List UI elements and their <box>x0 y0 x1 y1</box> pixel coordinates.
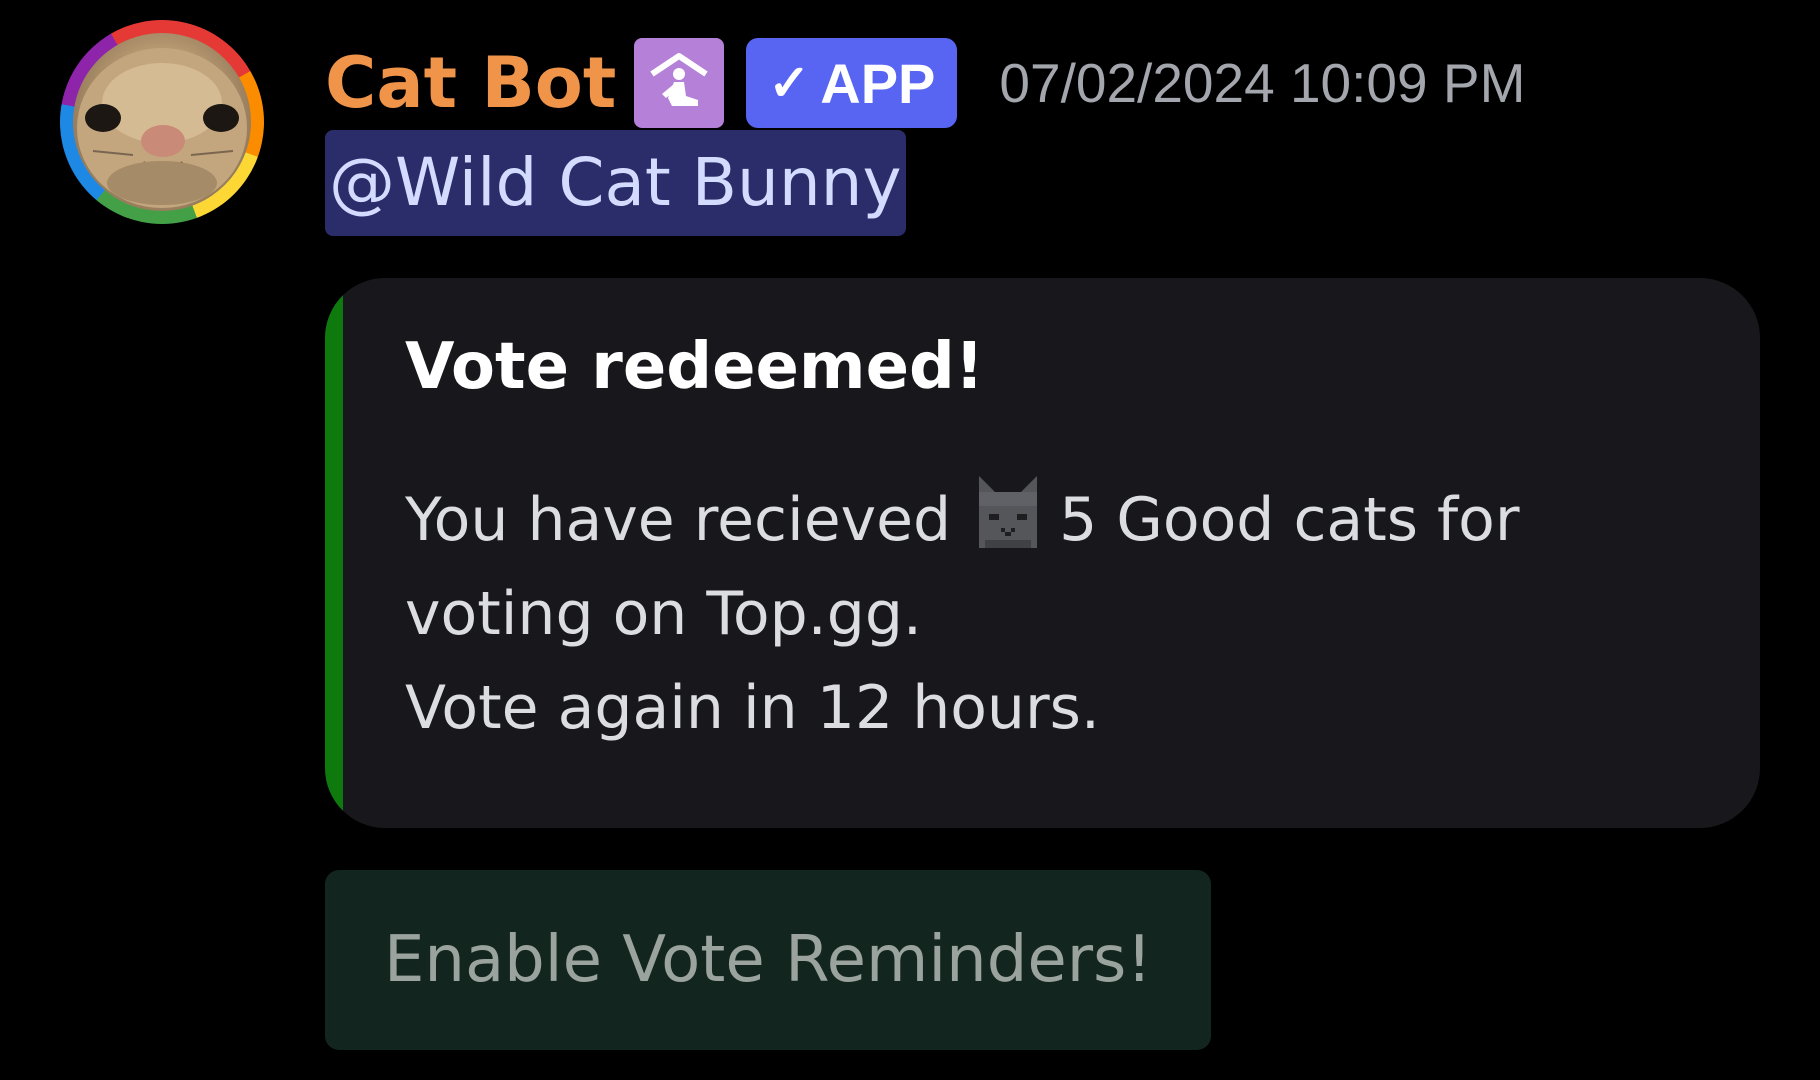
message-timestamp[interactable]: 07/02/2024 10:09 PM <box>999 51 1525 115</box>
author-name[interactable]: Cat Bot <box>325 48 616 118</box>
app-badge-label: APP <box>820 51 936 115</box>
embed-title: Vote redeemed! <box>405 330 984 404</box>
embed-line-3: Vote again in 12 hours. <box>405 673 1100 743</box>
good-cat-emoji-icon <box>971 470 1045 554</box>
embed-accent-bar <box>325 278 343 828</box>
checkmark-icon: ✓ <box>768 55 811 111</box>
embed-description: You have recieved 5 Good cats for voting… <box>405 470 1725 755</box>
message-header: Cat Bot ✓ APP 07/02/2024 10:09 PM <box>325 28 1525 138</box>
embed-card: Vote redeemed! You have recieved 5 Good <box>325 278 1760 828</box>
embed-line-2: voting on Top.gg. <box>405 579 922 649</box>
cat-face-avatar-icon <box>73 33 251 211</box>
bot-avatar[interactable] <box>60 20 264 224</box>
user-mention[interactable]: @Wild Cat Bunny <box>325 130 906 236</box>
embed-line-1-prefix: You have recieved <box>405 485 952 555</box>
app-badge: ✓ APP <box>746 38 958 128</box>
embed-line-1-suffix: 5 Good cats for <box>1059 485 1520 555</box>
kneeling-figure-icon[interactable] <box>634 38 725 128</box>
embed-line-1: You have recieved 5 Good cats for <box>405 470 1725 567</box>
chat-message: Cat Bot ✓ APP 07/02/2024 10:09 PM @Wild … <box>0 0 1820 1080</box>
enable-vote-reminders-button[interactable]: Enable Vote Reminders! <box>325 870 1211 1050</box>
